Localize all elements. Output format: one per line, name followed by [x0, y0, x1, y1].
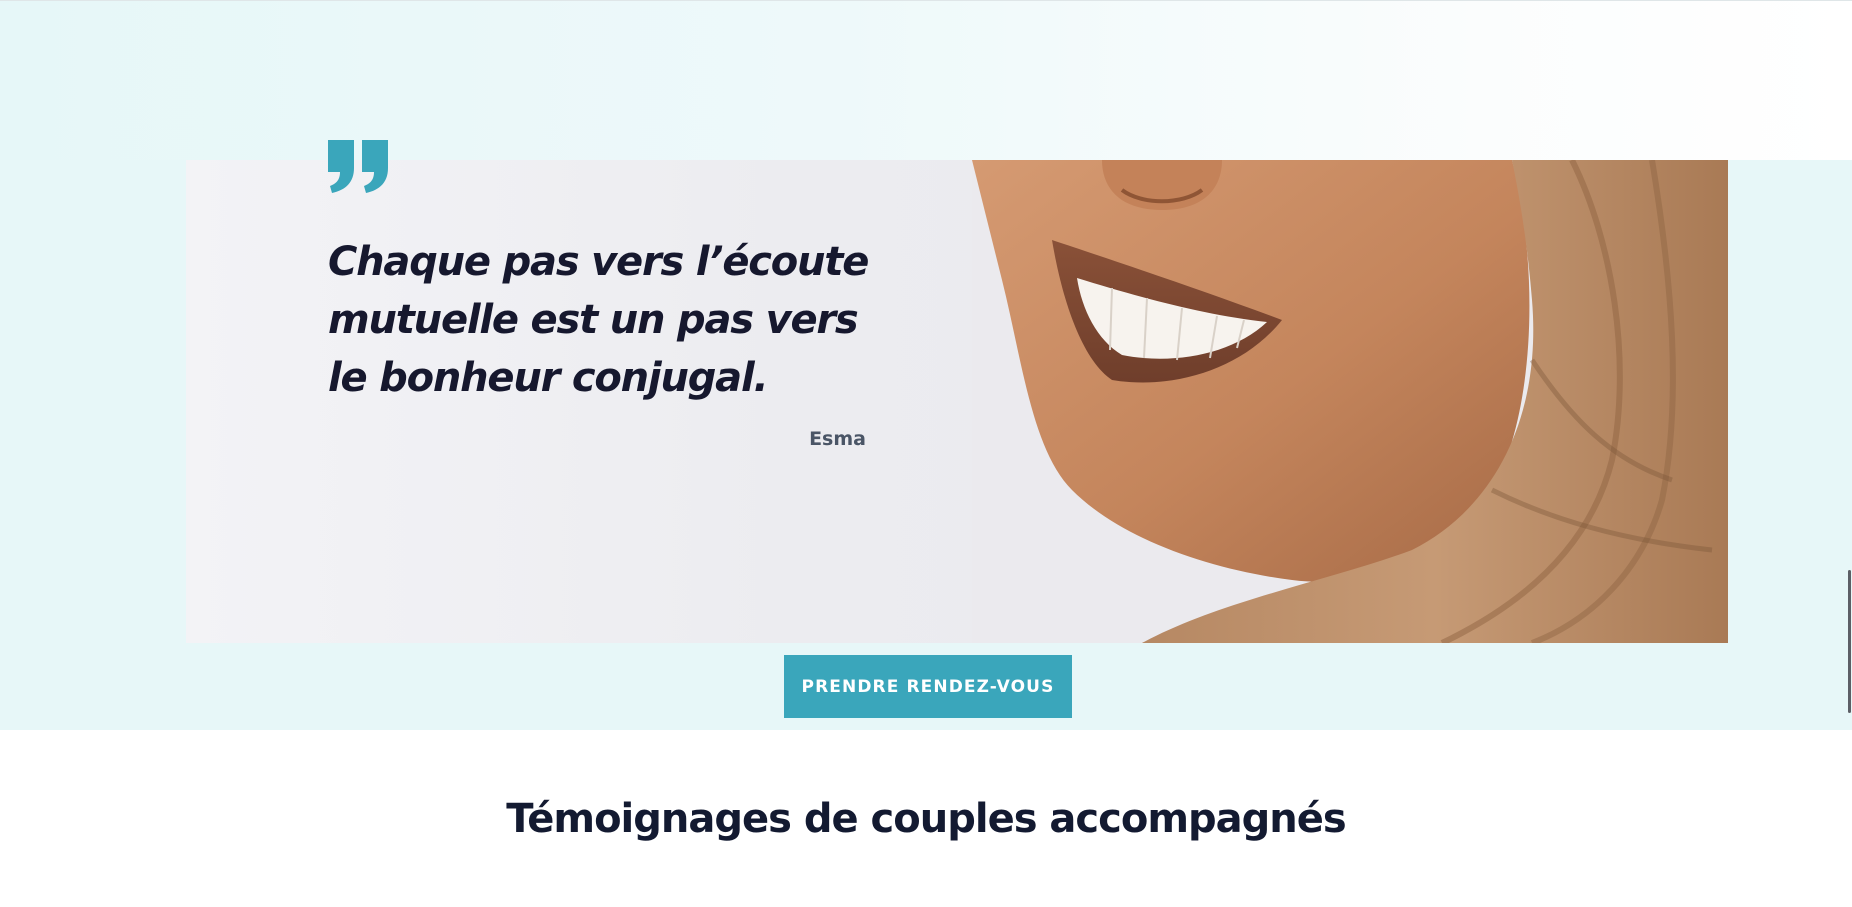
section-title: Témoignages de couples accompagnés — [506, 796, 1346, 842]
testimonial-quote: Chaque pas vers l’écoute mutuelle est un… — [328, 239, 869, 401]
closing-quote-icon — [328, 140, 388, 193]
scrollbar-thumb[interactable] — [1848, 570, 1851, 713]
book-appointment-button[interactable]: PRENDRE RENDEZ-VOUS — [784, 655, 1072, 718]
page: Chaque pas vers l’écoute mutuelle est un… — [0, 0, 1852, 907]
testimonial-author: Esma — [809, 428, 866, 450]
smiling-woman-photo — [972, 160, 1728, 643]
testimonial-photo — [972, 160, 1728, 643]
